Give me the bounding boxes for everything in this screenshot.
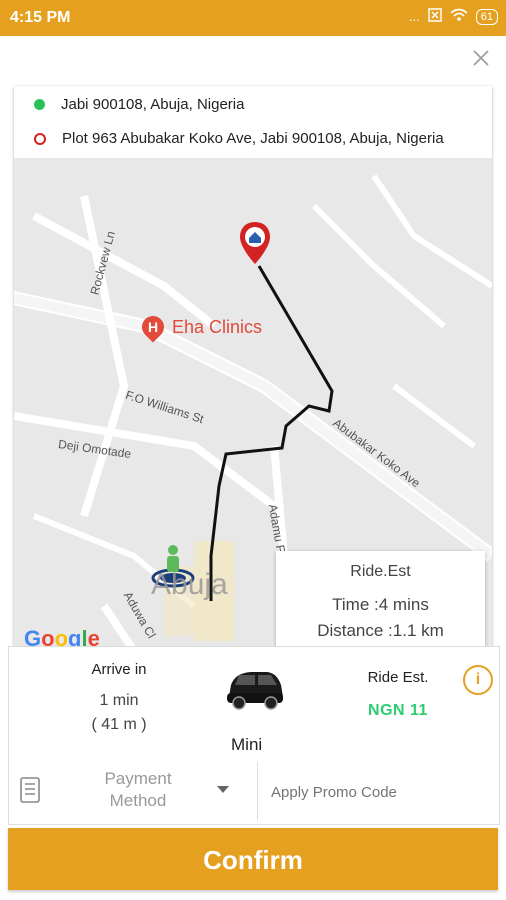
arrival-info: Arrive in 1 min ( 41 m ) (59, 661, 179, 734)
payment-row: Payment Method (8, 758, 500, 825)
destination-pin-icon (238, 220, 272, 266)
promo-code-input[interactable] (269, 778, 499, 806)
poi-label: Eha Clinics (172, 316, 263, 337)
payment-method-dropdown[interactable]: Payment Method (83, 768, 193, 812)
payment-divider (257, 762, 258, 820)
route-map[interactable]: Jabi 900108, Abuja, Nigeria Plot 963 Abu… (14, 86, 492, 666)
hospital-icon: H (137, 311, 169, 343)
arrive-distance: ( 41 m ) (91, 716, 147, 733)
dropoff-row[interactable]: Plot 963 Abubakar Koko Ave, Jabi 900108,… (34, 130, 444, 147)
dropoff-address: Plot 963 Abubakar Koko Ave, Jabi 900108,… (62, 130, 444, 147)
payment-label-line2: Method (109, 791, 167, 810)
trip-info-panel: Arrive in 1 min ( 41 m ) Mini Ride Est. … (8, 646, 500, 760)
fare-info: Ride Est. NGN 11 (353, 669, 443, 720)
map-label-city: Abuja (151, 568, 228, 601)
wifi-icon (450, 8, 468, 25)
vehicle-type: Mini (231, 735, 263, 754)
dropoff-dot-icon (34, 132, 46, 145)
status-bar: 4:15 PM ... 61 (0, 0, 506, 36)
battery-icon: 61 (475, 8, 498, 25)
payment-icon (19, 776, 41, 804)
chevron-down-icon[interactable] (217, 786, 229, 793)
ride-estimate-card: Ride.Est Time :4 mins Distance :1.1 km (276, 551, 485, 659)
payment-label-line1: Payment (104, 769, 172, 788)
arrive-label: Arrive in (91, 661, 147, 678)
ride-card-title: Ride.Est (350, 563, 411, 580)
info-icon[interactable]: i (463, 665, 493, 695)
booking-sheet: Jabi 900108, Abuja, Nigeria Plot 963 Abu… (0, 36, 506, 900)
ride-card-time: Time :4 mins (332, 595, 429, 614)
car-icon[interactable] (223, 667, 287, 711)
arrive-time: 1 min (99, 692, 139, 709)
sim-icon (428, 8, 442, 25)
ride-card-distance: Distance :1.1 km (317, 621, 444, 640)
pickup-dot-icon (34, 99, 45, 110)
confirm-button[interactable]: Confirm (8, 828, 498, 890)
fare-label: Ride Est. (367, 669, 429, 686)
close-icon[interactable] (470, 48, 492, 70)
pickup-row[interactable]: Jabi 900108, Abuja, Nigeria (34, 96, 244, 113)
status-icons: ... 61 (409, 8, 498, 25)
poi-eha-clinics[interactable]: H Eha Clinics (137, 311, 263, 343)
address-panel: Jabi 900108, Abuja, Nigeria Plot 963 Abu… (14, 86, 492, 158)
status-time: 4:15 PM (10, 9, 71, 26)
pickup-address: Jabi 900108, Abuja, Nigeria (61, 96, 245, 113)
dots-icon: ... (408, 9, 420, 24)
fare-value: NGN 11 (368, 702, 428, 719)
